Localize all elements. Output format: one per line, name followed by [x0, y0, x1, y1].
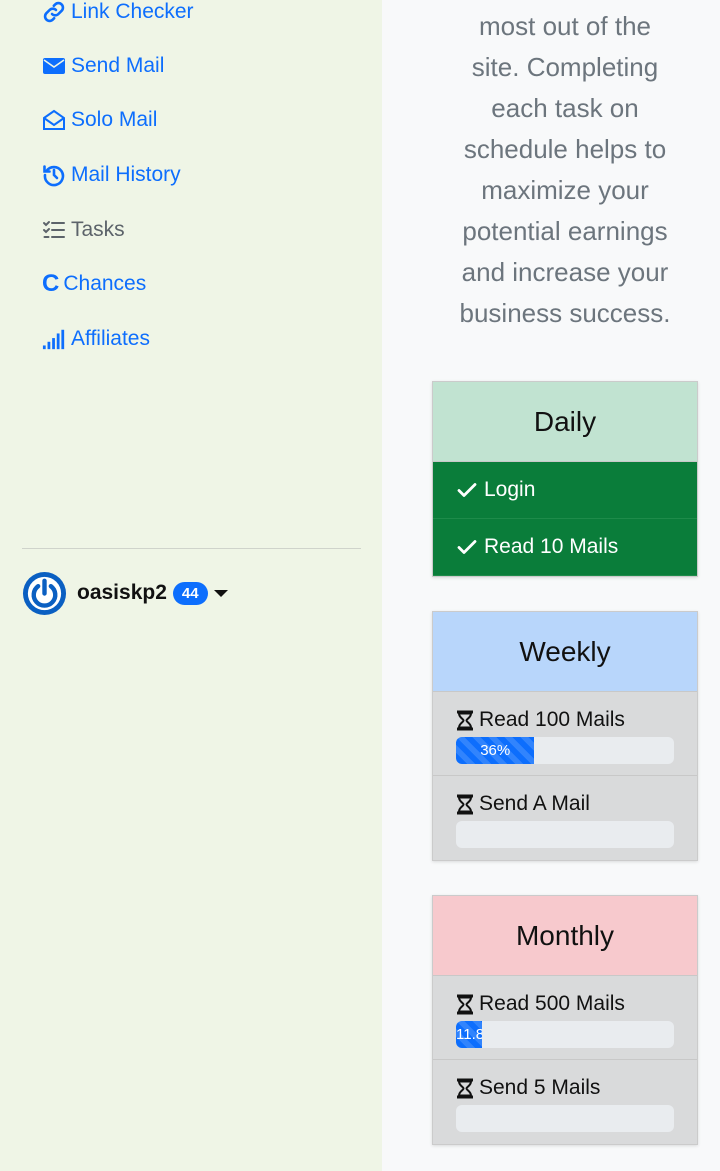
sidebar-item-label: Affiliates: [71, 327, 150, 350]
copyright-c-icon: C: [42, 270, 60, 297]
hourglass-icon: [457, 794, 473, 814]
progress-track: 36%: [456, 737, 674, 764]
list-check-icon: [43, 221, 65, 238]
intro-line: most out of the: [479, 11, 651, 41]
progress-bar: 36%: [456, 737, 535, 764]
intro-line: site. Completing: [471, 52, 659, 82]
intro-line: and increase your: [461, 257, 669, 287]
check-icon: [457, 483, 477, 497]
intro-line: business success.: [459, 298, 671, 328]
sidebar: Link Checker Send Mail Solo Mail Mail Hi…: [0, 0, 382, 1171]
monthly-tasks-card: Monthly Read 500 Mails 11.8% Send 5 Mail…: [432, 895, 698, 1145]
sidebar-item-label: Chances: [63, 272, 147, 295]
sidebar-item-solo-mail[interactable]: Solo Mail: [42, 105, 157, 135]
task-item: Send 5 Mails: [433, 1060, 697, 1144]
intro-line: maximize your: [481, 175, 649, 205]
sidebar-item-affiliates[interactable]: Affiliates: [42, 324, 150, 354]
hourglass-icon: [457, 994, 473, 1014]
sidebar-item-label: Solo Mail: [71, 108, 158, 131]
intro-line: each task on: [491, 93, 639, 123]
progress-track: [456, 1105, 674, 1132]
check-icon: [457, 540, 477, 554]
sidebar-item-label: Send Mail: [71, 54, 165, 77]
sidebar-divider: [22, 548, 361, 549]
intro-line: potential earnings: [462, 216, 668, 246]
sidebar-item-label: Mail History: [71, 163, 181, 186]
link-icon: [43, 1, 65, 23]
task-item: Send A Mail: [433, 776, 697, 860]
progress-track: 11.8%: [456, 1021, 674, 1048]
sidebar-item-mail-history[interactable]: Mail History: [42, 160, 181, 190]
task-label: Send 5 Mails: [479, 1076, 601, 1099]
username: oasiskp2: [77, 581, 167, 604]
task-label: Login: [484, 478, 536, 501]
envelope-open-icon: [43, 109, 65, 130]
envelope-icon: [43, 58, 65, 74]
sidebar-item-label: Link Checker: [71, 0, 194, 23]
card-title: Daily: [433, 382, 697, 462]
progress-track: [456, 821, 674, 848]
sidebar-item-link-checker[interactable]: Link Checker: [42, 0, 194, 27]
weekly-tasks-card: Weekly Read 100 Mails 36% Send A Mail: [432, 611, 698, 861]
user-menu[interactable]: oasiskp2 44: [22, 570, 228, 616]
sidebar-item-tasks[interactable]: Tasks: [42, 215, 125, 245]
notification-badge: 44: [172, 581, 208, 605]
task-item-completed: Login: [433, 462, 697, 519]
signal-bars-icon: [42, 329, 65, 350]
sidebar-item-send-mail[interactable]: Send Mail: [42, 51, 164, 81]
daily-tasks-card: Daily Login Read 10 Mails: [432, 381, 698, 577]
hourglass-icon: [457, 1078, 473, 1098]
task-label: Send A Mail: [479, 792, 590, 815]
progress-bar: 11.8%: [456, 1021, 482, 1048]
intro-line: schedule helps to: [463, 134, 667, 164]
card-title: Weekly: [433, 612, 697, 692]
sidebar-item-chances[interactable]: C Chances: [42, 269, 146, 299]
task-item-completed: Read 10 Mails: [433, 519, 697, 576]
history-icon: [43, 165, 65, 187]
avatar: [22, 571, 67, 615]
task-label: Read 100 Mails: [479, 708, 625, 731]
caret-down-icon[interactable]: [213, 589, 228, 597]
task-item: Read 100 Mails 36%: [433, 692, 697, 776]
sidebar-item-label: Tasks: [71, 218, 125, 241]
task-label: Read 10 Mails: [484, 535, 619, 558]
hourglass-icon: [457, 710, 473, 730]
card-title: Monthly: [433, 896, 697, 976]
intro-text: most out of the site. Completing each ta…: [430, 6, 700, 334]
task-label: Read 500 Mails: [479, 992, 625, 1015]
task-item: Read 500 Mails 11.8%: [433, 976, 697, 1060]
